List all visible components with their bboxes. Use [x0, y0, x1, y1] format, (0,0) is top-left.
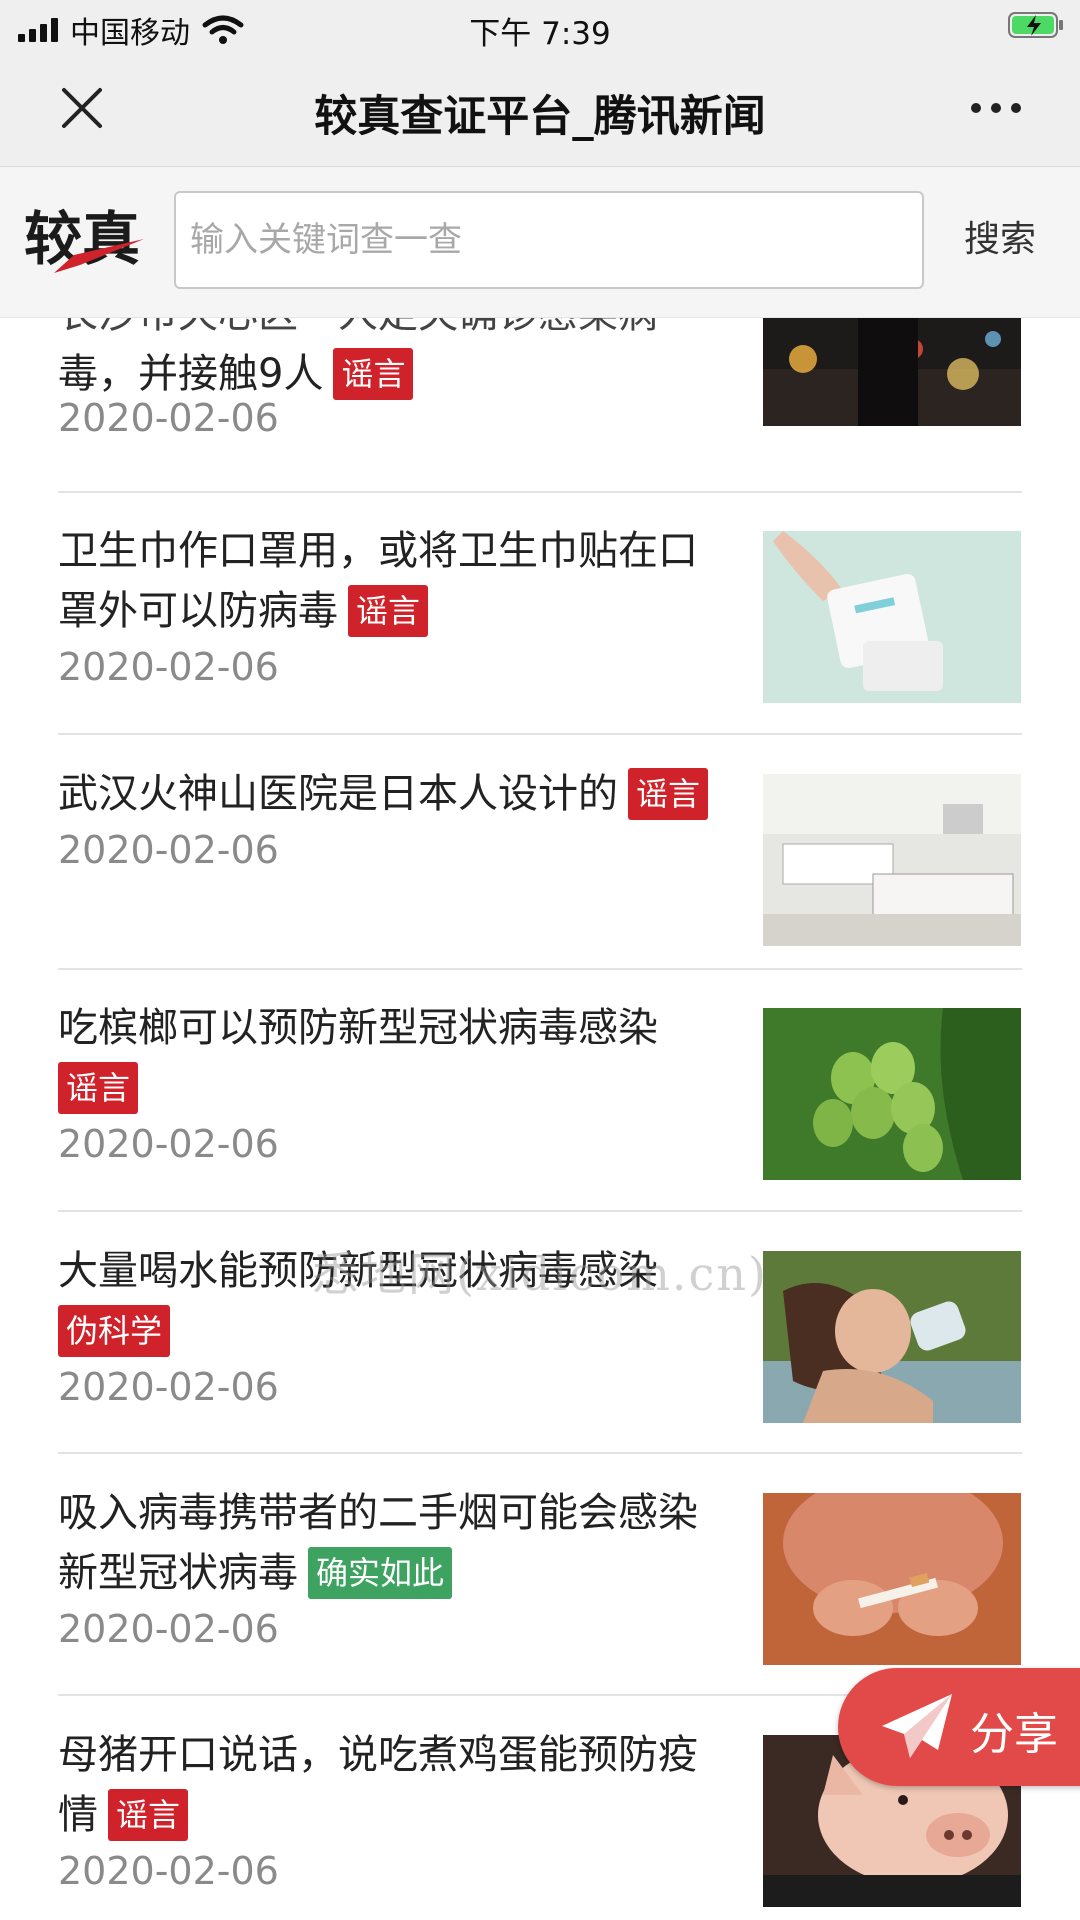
- item-thumbnail: [763, 1493, 1021, 1665]
- rumor-tag: 谣言: [108, 1789, 189, 1841]
- status-bar: 中国移动 下午 7:39: [0, 0, 1080, 52]
- watermark: 悉地网(xidicom.cn): [312, 1247, 768, 1301]
- divider: [58, 733, 1022, 735]
- page-title: 较真查证平台_腾讯新闻: [314, 92, 766, 142]
- share-label: 分享: [970, 1709, 1058, 1760]
- paper-plane-icon: [882, 1694, 952, 1758]
- item-title-partial: 长沙市天心区一人走失确诊感染病 毒，并接触9人谣言: [58, 318, 728, 404]
- item-title: 母猪开口说话，说吃煮鸡蛋能预防疫情 谣言: [58, 1725, 728, 1845]
- divider: [58, 1452, 1022, 1454]
- rumor-tag: 谣言: [628, 768, 709, 820]
- search-header: 较真 搜索: [0, 167, 1080, 318]
- item-title: 武汉火神山医院是日本人设计的 谣言: [58, 764, 778, 824]
- item-date: 2020-02-06: [58, 1607, 279, 1651]
- item-title: 卫生巾作口罩用，或将卫生巾贴在口罩外可以防病毒 谣言: [58, 521, 728, 641]
- areca-nuts-image: [763, 1008, 1021, 1180]
- list-item[interactable]: 吸入病毒携带者的二手烟可能会感染新型冠状病毒 确实如此 2020-02-06: [58, 1483, 1022, 1683]
- nav-bar: 较真查证平台_腾讯新闻: [0, 52, 1080, 167]
- rumor-tag: 谣言: [348, 585, 429, 637]
- sanitary-pad-image: [763, 531, 1021, 703]
- item-date: 2020-02-06: [58, 645, 279, 689]
- list-item[interactable]: 吃槟榔可以预防新型冠状病毒感染 谣言 2020-02-06: [58, 998, 1022, 1198]
- item-date: 2020-02-06: [58, 1122, 279, 1166]
- true-tag: 确实如此: [308, 1547, 453, 1599]
- status-time: 下午 7:39: [469, 16, 611, 52]
- hospital-beds-image: [763, 774, 1021, 946]
- brand-logo: 较真: [24, 205, 144, 273]
- item-thumbnail: [763, 318, 1021, 426]
- divider: [58, 1210, 1022, 1212]
- item-date: 2020-02-06: [58, 1365, 279, 1409]
- search-input[interactable]: [174, 191, 924, 289]
- item-thumbnail: [763, 1008, 1021, 1180]
- item-date: 2020-02-06: [58, 828, 279, 872]
- list-item[interactable]: 长沙市天心区一人走失确诊感染病 毒，并接触9人谣言 2020-02-06: [58, 318, 1022, 484]
- item-thumbnail: [763, 774, 1021, 946]
- divider: [58, 491, 1022, 493]
- rumor-tag: 谣言: [333, 348, 414, 400]
- item-date: 2020-02-06: [58, 396, 279, 440]
- breaking-cigarette-image: [763, 1493, 1021, 1665]
- item-date: 2020-02-06: [58, 1849, 279, 1893]
- search-button[interactable]: 搜索: [945, 191, 1055, 289]
- more-icon[interactable]: [970, 102, 1022, 114]
- item-title: 吸入病毒携带者的二手烟可能会感染新型冠状病毒 确实如此: [58, 1483, 728, 1603]
- rumor-tag: 谣言: [58, 1062, 139, 1114]
- list-item[interactable]: 武汉火神山医院是日本人设计的 谣言 2020-02-06: [58, 764, 1022, 964]
- rainy-street-image: [763, 318, 1021, 426]
- pseudoscience-tag: 伪科学: [58, 1305, 171, 1357]
- share-button[interactable]: 分享: [838, 1668, 1080, 1786]
- item-title: 吃槟榔可以预防新型冠状病毒感染 谣言: [58, 998, 728, 1118]
- divider: [58, 968, 1022, 970]
- battery-charging-icon: [1008, 12, 1063, 38]
- item-thumbnail: [763, 531, 1021, 703]
- list-item[interactable]: 卫生巾作口罩用，或将卫生巾贴在口罩外可以防病毒 谣言 2020-02-06: [58, 521, 1022, 721]
